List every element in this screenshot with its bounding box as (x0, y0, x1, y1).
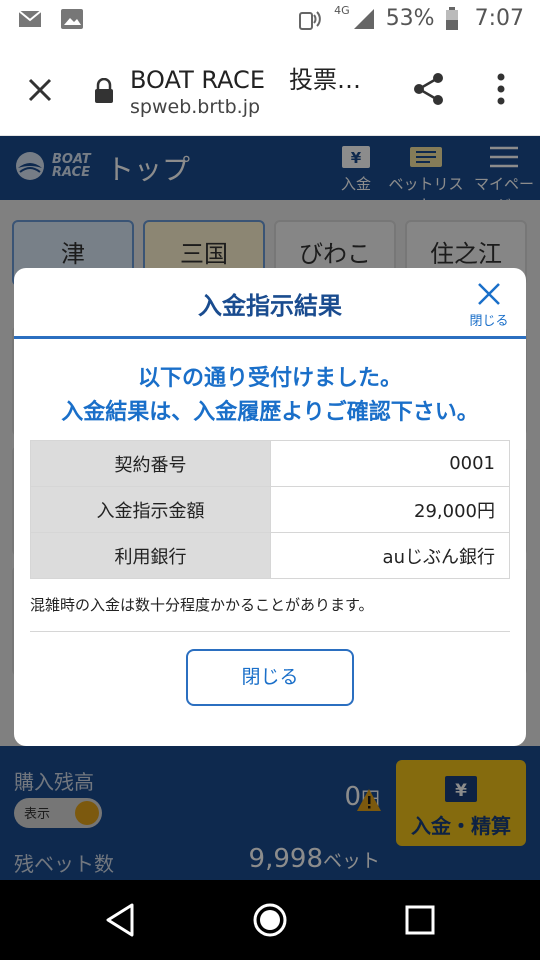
close-icon (478, 283, 500, 305)
nfc-icon (299, 10, 322, 30)
mail-icon (18, 10, 42, 27)
back-icon[interactable] (104, 902, 136, 938)
close-button[interactable]: 閉じる (186, 649, 354, 706)
confirmation-message-line1: 以下の通り受付けました。 (137, 366, 402, 391)
dialog-close-button[interactable]: 閉じる (466, 280, 512, 329)
url-host[interactable]: spweb.brtb.jp (130, 96, 260, 118)
status-bar: 4G 53% 7:07 (0, 0, 540, 42)
deposit-result-dialog: 入金指示結果 閉じる 以下の通り受付けました。 入金結果は、入金履歴よりご確認下… (14, 268, 526, 746)
share-icon[interactable] (410, 70, 448, 108)
bank-label: 利用銀行 (30, 532, 271, 579)
battery-percent: 53% (385, 6, 435, 31)
dialog-header-divider (14, 336, 526, 339)
signal-icon (353, 8, 374, 29)
browser-toolbar: BOAT RACE 投票… spweb.brtb.jp (0, 42, 540, 136)
home-icon[interactable] (250, 902, 290, 942)
bank-value: auじぶん銀行 (270, 532, 510, 579)
contract-number-value: 0001 (270, 440, 510, 487)
deposit-amount-value: 29,000円 (270, 486, 510, 533)
note-divider (30, 631, 510, 632)
dialog-title: 入金指示結果 (198, 292, 342, 320)
confirmation-message-line2: 入金結果は、入金履歴よりご確認下さい。 (61, 400, 479, 425)
deposit-amount-label: 入金指示金額 (30, 486, 271, 533)
battery-icon (445, 6, 458, 30)
more-options-icon[interactable] (488, 70, 514, 108)
page-title: BOAT RACE 投票… (130, 66, 361, 94)
recents-icon[interactable] (404, 902, 436, 938)
close-tab-icon[interactable] (22, 72, 58, 108)
image-icon (61, 9, 83, 29)
clock: 7:07 (474, 6, 524, 31)
table-row: 利用銀行 auじぶん銀行 (30, 532, 510, 579)
android-nav-bar (0, 880, 540, 960)
congestion-note: 混雑時の入金は数十分程度かかることがあります。 (30, 596, 374, 614)
table-row: 入金指示金額 29,000円 (30, 486, 510, 533)
table-row: 契約番号 0001 (30, 440, 510, 487)
lock-icon (95, 78, 113, 103)
contract-number-label: 契約番号 (30, 440, 271, 487)
network-type: 4G (334, 4, 350, 17)
dialog-close-label: 閉じる (469, 314, 509, 329)
deposit-details-table: 契約番号 0001 入金指示金額 29,000円 利用銀行 auじぶん銀行 (30, 440, 510, 579)
